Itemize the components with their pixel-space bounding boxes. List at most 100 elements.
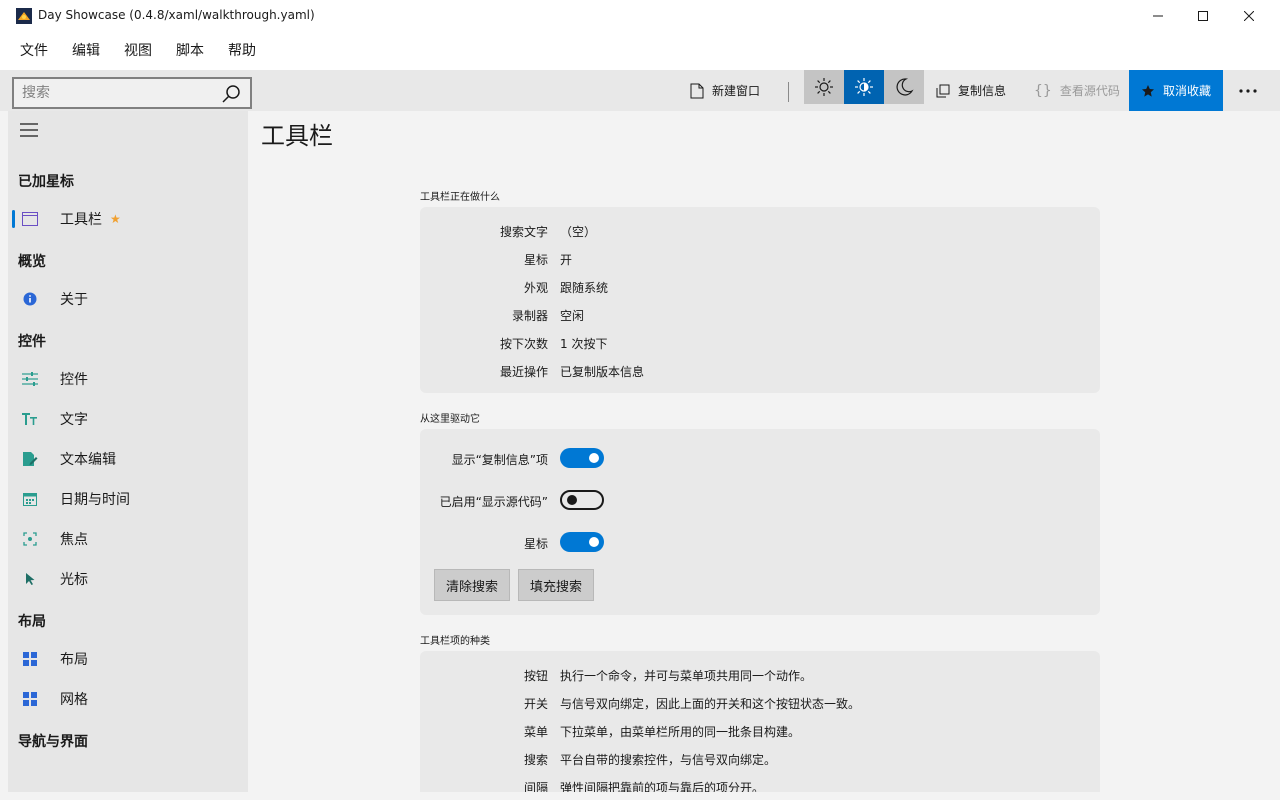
toggle-row: 显示“复制信息”项 <box>420 446 1100 472</box>
menu-help[interactable]: 帮助 <box>216 35 268 67</box>
drive-section-label: 从这里驱动它 <box>420 414 480 425</box>
hamburger-menu-icon[interactable] <box>20 123 38 137</box>
bottom-edge <box>0 792 1280 800</box>
close-icon <box>1244 11 1254 21</box>
layout-icon <box>22 651 38 667</box>
theme-auto-button[interactable] <box>844 70 884 104</box>
sidebar-item-text[interactable]: 文字 <box>12 401 244 437</box>
search-box[interactable] <box>12 77 252 109</box>
menu-script[interactable]: 脚本 <box>164 35 216 67</box>
type-key: 开关 <box>523 697 548 711</box>
status-value: 空闲 <box>560 309 585 323</box>
menu-bar: 文件 编辑 视图 脚本 帮助 <box>0 32 1280 70</box>
type-row: 间隔 弹性间隔把靠前的项与靠后的项分开。 <box>420 779 1100 792</box>
show-source-enabled-label: 已启用“显示源代码” <box>439 495 548 509</box>
window-title: Day Showcase (0.4.8/xaml/walkthrough.yam… <box>38 8 315 22</box>
status-value: 1 次按下 <box>560 337 608 351</box>
sidebar-item-label: 网格 <box>60 692 88 708</box>
menu-edit[interactable]: 编辑 <box>60 35 112 67</box>
type-description: 执行一个命令，并可与菜单项共用同一个动作。 <box>560 669 813 683</box>
status-row: 外观 跟随系统 <box>420 279 1100 299</box>
fill-search-button[interactable]: 填充搜索 <box>518 569 594 601</box>
type-description: 下拉菜单，由菜单栏所用的同一批条目构建。 <box>560 725 801 739</box>
star-toggle[interactable] <box>560 532 604 552</box>
toggle-row: 已启用“显示源代码” <box>420 488 1100 514</box>
search-icon[interactable] <box>221 84 241 104</box>
minimize-icon <box>1153 15 1163 17</box>
copy-info-button[interactable]: 复制信息 <box>928 70 1014 111</box>
focus-icon <box>22 531 38 547</box>
minimize-button[interactable] <box>1135 0 1181 32</box>
search-input[interactable] <box>22 83 212 103</box>
sidebar-item-layout[interactable]: 布局 <box>12 641 244 677</box>
calendar-icon <box>22 491 38 507</box>
text-icon <box>22 411 38 427</box>
toggle-knob <box>589 537 599 547</box>
sidebar-item-label: 文字 <box>60 412 88 428</box>
nav-header-navigation: 导航与界面 <box>18 734 88 750</box>
type-key: 按钮 <box>523 669 548 683</box>
unfavorite-button[interactable]: 取消收藏 <box>1129 70 1223 111</box>
menu-view[interactable]: 视图 <box>112 35 164 67</box>
sidebar-item-datetime[interactable]: 日期与时间 <box>12 481 244 517</box>
cursor-icon <box>22 571 38 587</box>
status-key: 按下次数 <box>499 337 548 351</box>
theme-dark-button[interactable] <box>884 70 924 104</box>
status-key: 外观 <box>523 281 548 295</box>
toggle-knob <box>589 453 599 463</box>
status-card: 搜索文字 （空） 星标 开 外观 跟随系统 录制器 空闲 按下次数 1 次按下 … <box>420 207 1100 393</box>
more-options-button[interactable] <box>1228 70 1268 111</box>
types-section-label: 工具栏项的种类 <box>420 636 490 647</box>
status-key: 录制器 <box>511 309 548 323</box>
app-icon <box>16 8 32 24</box>
sidebar-item-grid[interactable]: 网格 <box>12 681 244 717</box>
status-value: 已复制版本信息 <box>560 365 645 379</box>
sidebar-item-text-edit[interactable]: 文本编辑 <box>12 441 244 477</box>
type-description: 平台自带的搜索控件，与信号双向绑定。 <box>560 753 777 767</box>
sidebar-item-controls[interactable]: 控件 <box>12 361 244 397</box>
code-braces-icon: {} <box>1034 82 1052 99</box>
sun-icon <box>815 78 833 96</box>
clear-search-button[interactable]: 清除搜索 <box>434 569 510 601</box>
type-row: 搜索 平台自带的搜索控件，与信号双向绑定。 <box>420 751 1100 771</box>
star-toggle-label: 星标 <box>523 537 548 551</box>
copy-info-label: 复制信息 <box>958 84 1007 98</box>
theme-light-button[interactable] <box>804 70 844 104</box>
toggle-knob <box>567 495 577 505</box>
new-window-button[interactable]: 新建窗口 <box>680 70 770 111</box>
maximize-button[interactable] <box>1180 0 1226 32</box>
nav-header-starred: 已加星标 <box>18 174 74 190</box>
view-source-label: 查看源代码 <box>1059 84 1120 98</box>
show-copy-info-toggle[interactable] <box>560 448 604 468</box>
sidebar-item-label: 控件 <box>60 372 88 388</box>
toolbar: 新建窗口 <box>0 70 1280 111</box>
moon-icon <box>896 78 914 96</box>
type-row: 按钮 执行一个命令，并可与菜单项共用同一个动作。 <box>420 667 1100 687</box>
status-row: 搜索文字 （空） <box>420 223 1100 243</box>
view-source-button[interactable]: {} 查看源代码 <box>1026 70 1128 111</box>
type-row: 菜单 下拉菜单，由菜单栏所用的同一批条目构建。 <box>420 723 1100 743</box>
menu-file[interactable]: 文件 <box>8 35 60 67</box>
status-value: 跟随系统 <box>560 281 609 295</box>
sidebar-item-focus[interactable]: 焦点 <box>12 521 244 557</box>
page-title: 工具栏 <box>261 122 333 150</box>
sidebar-item-toolbar[interactable]: 工具栏 ★ <box>12 201 244 237</box>
types-card: 按钮 执行一个命令，并可与菜单项共用同一个动作。 开关 与信号双向绑定，因此上面… <box>420 651 1100 792</box>
copy-icon <box>936 84 950 97</box>
show-source-enabled-toggle[interactable] <box>560 490 604 510</box>
type-row: 开关 与信号双向绑定，因此上面的开关和这个按钮状态一致。 <box>420 695 1100 715</box>
sidebar-item-label: 日期与时间 <box>60 492 130 508</box>
star-icon <box>1142 84 1154 97</box>
status-row: 最近操作 已复制版本信息 <box>420 363 1100 383</box>
status-key: 搜索文字 <box>499 225 548 239</box>
status-row: 按下次数 1 次按下 <box>420 335 1100 355</box>
sidebar-item-label: 焦点 <box>60 532 88 548</box>
close-button[interactable] <box>1226 0 1272 32</box>
type-key: 菜单 <box>523 725 548 739</box>
sidebar-item-about[interactable]: 关于 <box>12 281 244 317</box>
nav-header-controls: 控件 <box>18 334 46 350</box>
type-description: 弹性间隔把靠前的项与靠后的项分开。 <box>560 781 765 792</box>
grid-icon <box>22 691 38 707</box>
maximize-icon <box>1198 11 1208 21</box>
sidebar-item-cursor[interactable]: 光标 <box>12 561 244 597</box>
